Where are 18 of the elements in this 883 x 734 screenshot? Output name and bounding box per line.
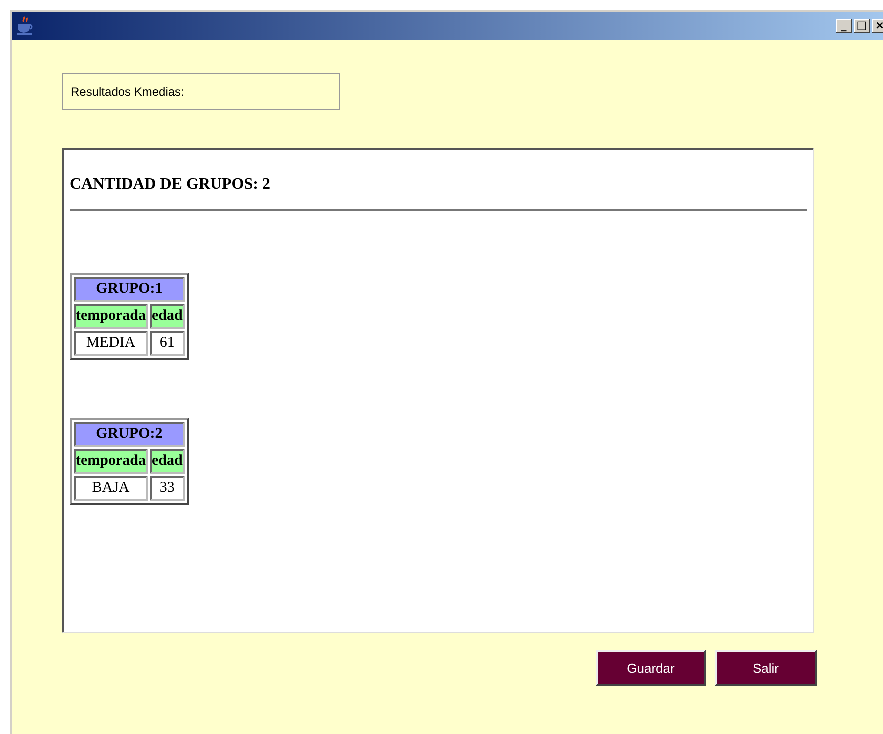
minimize-button[interactable]: _ [836,19,852,33]
coffee-cup-icon [16,16,34,36]
column-header-cell: edad [150,449,185,474]
group-title-cell: GRUPO:1 [74,277,185,302]
group-title-cell: GRUPO:2 [74,422,185,447]
maximize-button[interactable]: □ [854,19,870,33]
results-label: Resultados Kmedias: [62,73,340,110]
column-header-cell: temporada [74,449,148,474]
table-cell: 33 [150,476,185,501]
groups-heading: CANTIDAD DE GRUPOS: 2 [70,176,270,194]
table-cell: 61 [150,331,185,356]
column-header-cell: edad [150,304,185,329]
close-button[interactable]: × [872,19,883,33]
save-button[interactable]: Guardar [596,650,706,686]
table-cell: MEDIA [74,331,148,356]
column-header-cell: temporada [74,304,148,329]
table-cell: BAJA [74,476,148,501]
exit-button[interactable]: Salir [715,650,817,686]
